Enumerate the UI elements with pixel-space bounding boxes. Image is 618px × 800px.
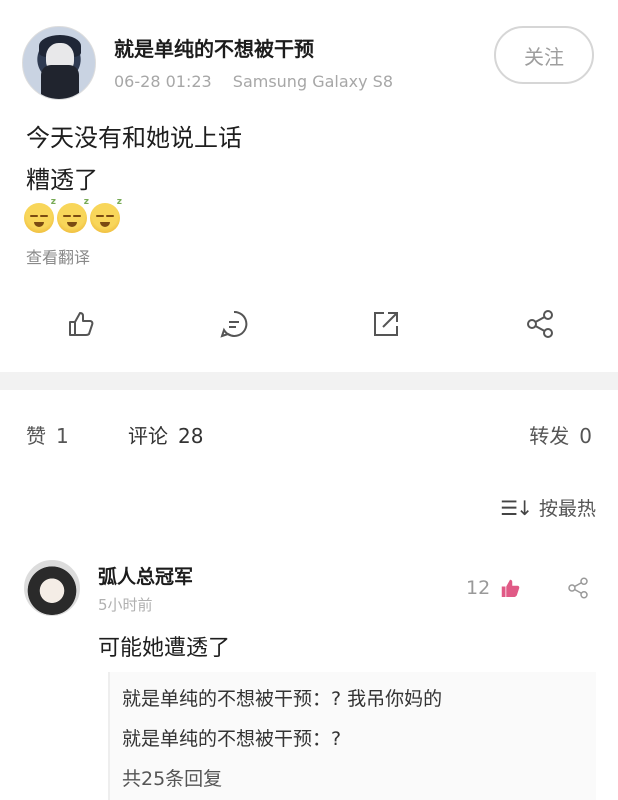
comments-count: 28 <box>178 424 204 448</box>
sleepy-emoji-icon: z <box>24 197 56 233</box>
reply-item: 就是单纯的不想被干预：? 我吊你妈的 <box>122 688 443 710</box>
post-text-line-2: 糟透了 <box>26 166 98 194</box>
emoji-row: z z z <box>24 197 122 233</box>
likes-label: 赞 <box>26 424 46 448</box>
commenter-avatar[interactable] <box>24 560 80 616</box>
comment-share-icon[interactable] <box>566 576 590 604</box>
post-action-bar <box>0 306 618 352</box>
sort-button[interactable]: ☰↓ 按最热 <box>500 494 596 521</box>
translate-link[interactable]: 查看翻译 <box>26 244 90 268</box>
post-device: Samsung Galaxy S8 <box>232 72 393 91</box>
sleepy-emoji-icon: z <box>90 197 122 233</box>
post-meta: 06-28 01:23 Samsung Galaxy S8 <box>114 72 393 91</box>
commenter-name[interactable]: 弧人总冠军 <box>98 562 193 589</box>
like-icon[interactable] <box>62 306 98 342</box>
comment-like-button[interactable]: 12 <box>466 576 522 600</box>
comments-tab[interactable]: 评论 28 <box>128 420 203 449</box>
comment-item: 弧人总冠军 5小时前 12 可能她遭透了 就是单纯的不想被干预：? 我吊你妈的 … <box>0 540 618 800</box>
repost-icon[interactable] <box>368 306 404 342</box>
follow-button[interactable]: 关注 <box>494 26 594 84</box>
reposts-tab[interactable]: 转发 0 <box>529 420 592 449</box>
reply-count-link[interactable]: 共25条回复 <box>122 764 222 791</box>
section-divider <box>0 372 618 390</box>
thumbs-up-icon <box>501 579 520 597</box>
avatar-mask <box>41 65 79 99</box>
likes-count: 1 <box>56 424 69 448</box>
author-avatar[interactable] <box>22 26 96 100</box>
reposts-count: 0 <box>579 424 592 448</box>
reposts-label: 转发 <box>529 424 570 448</box>
sort-label: 按最热 <box>538 498 596 520</box>
comment-icon[interactable] <box>216 306 252 342</box>
sleepy-emoji-icon: z <box>57 197 89 233</box>
post-card: 就是单纯的不想被干预 06-28 01:23 Samsung Galaxy S8… <box>0 0 618 372</box>
post-text-line-1: 今天没有和她说上话 <box>26 124 242 152</box>
post-time: 06-28 01:23 <box>114 72 212 91</box>
author-name[interactable]: 就是单纯的不想被干预 <box>114 33 314 62</box>
likes-tab[interactable]: 赞1 <box>26 420 69 449</box>
comment-text: 可能她遭透了 <box>98 636 231 661</box>
stats-bar: 赞1 评论 28 转发 0 <box>0 390 618 480</box>
comments-label: 评论 <box>128 424 168 448</box>
share-icon[interactable] <box>522 306 558 342</box>
reply-preview[interactable]: 就是单纯的不想被干预：? 我吊你妈的 就是单纯的不想被干预：? 共25条回复 <box>108 672 596 800</box>
comment-time: 5小时前 <box>98 596 153 614</box>
comment-like-count: 12 <box>466 577 491 599</box>
sort-icon: ☰↓ <box>500 495 533 520</box>
reply-item: 就是单纯的不想被干预：? <box>122 728 342 750</box>
